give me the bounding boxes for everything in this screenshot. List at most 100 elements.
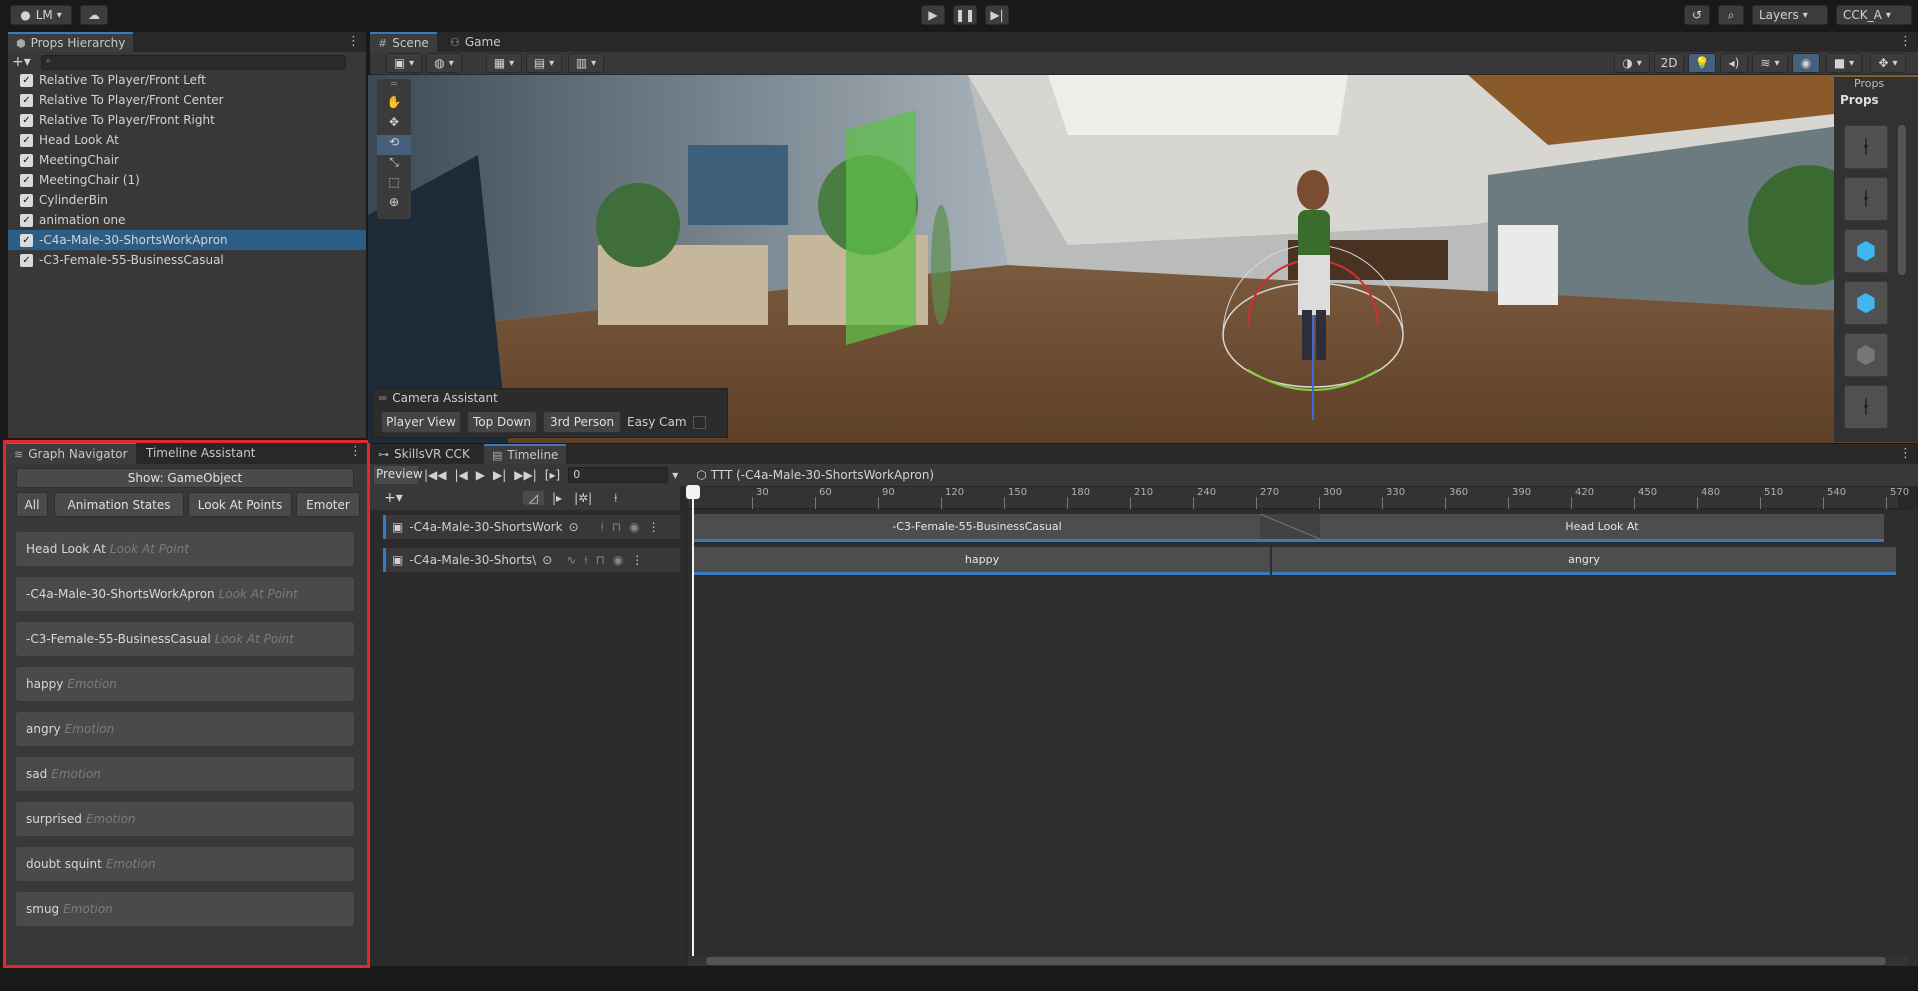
timeline-clip[interactable]: Head Look At (1320, 514, 1884, 542)
kebab-menu-icon[interactable]: ⋮ (631, 553, 643, 567)
easy-cam-checkbox[interactable] (692, 415, 706, 429)
hierarchy-item[interactable]: ✓ Relative To Player/Front Right (8, 110, 366, 130)
grid-visibility-dropdown[interactable]: ▥ (568, 53, 604, 73)
track-header[interactable]: ▣ -C4a-Male-30-ShortsWork ⊙ ⍿ ⊓ ◉ ⋮ (383, 515, 680, 539)
preview-toggle[interactable]: Preview (374, 466, 423, 484)
track-area[interactable] (688, 510, 1918, 966)
cloud-icon[interactable]: ☁ (80, 5, 108, 25)
eye-icon[interactable]: ◉ (613, 553, 623, 567)
top-down-button[interactable]: Top Down (467, 411, 537, 433)
visibility-checkbox[interactable]: ✓ (20, 73, 33, 87)
target-icon[interactable]: ⊙ (569, 520, 579, 534)
graph-node-item[interactable]: happy Emotion (16, 667, 354, 701)
layers-dropdown[interactable]: Layers (1752, 5, 1828, 25)
track-header[interactable]: ▣ -C4a-Male-30-Shorts\ ⊙ ∿ ⍿ ⊓ ◉ ⋮ (383, 548, 680, 572)
graph-node-item[interactable]: smug Emotion (16, 892, 354, 926)
marker-icon[interactable]: ◿ (522, 491, 544, 505)
transform-tool-icon[interactable]: ⊕ (377, 195, 411, 215)
kebab-menu-icon[interactable]: ⋮ (1899, 446, 1912, 461)
lock-icon[interactable]: ⊓ (612, 520, 621, 534)
eye-icon[interactable]: ◉ (629, 520, 639, 534)
global-dropdown[interactable]: ◍ (426, 53, 462, 73)
timeline-clip[interactable]: -C3-Female-55-BusinessCasual (694, 514, 1260, 542)
filter-all-button[interactable]: All (16, 492, 48, 517)
hand-tool-icon[interactable]: ✋ (377, 95, 411, 115)
kebab-menu-icon[interactable]: ⋮ (648, 520, 660, 534)
shading-dropdown[interactable]: ◑ (1614, 53, 1650, 73)
lighting-icon[interactable]: 💡 (1688, 53, 1716, 73)
hierarchy-item[interactable]: ✓ Head Look At (8, 130, 366, 150)
layout-dropdown[interactable]: CCK_A (1836, 5, 1912, 25)
pin-icon[interactable]: ⍿ (584, 553, 587, 568)
props-scrollbar[interactable] (1898, 125, 1906, 275)
hierarchy-item[interactable]: ✓ Relative To Player/Front Left (8, 70, 366, 90)
add-track-icon[interactable]: +▾ (384, 490, 403, 506)
hierarchy-item[interactable]: ✓ animation one (8, 210, 366, 230)
draw-mode-dropdown[interactable]: ▣ (386, 53, 422, 73)
frame-dropdown-icon[interactable]: ▾ (672, 468, 678, 482)
frame-field[interactable]: 0 (568, 467, 669, 483)
camera-dropdown[interactable]: ■ (1826, 53, 1862, 73)
rotate-tool-icon[interactable]: ⟲ (377, 135, 411, 155)
target-icon[interactable]: ⊙ (542, 553, 552, 567)
prop-cube-icon[interactable]: ⬢ (1844, 229, 1888, 273)
effects-dropdown[interactable]: ≋ (1752, 53, 1788, 73)
lock-icon[interactable]: ⊓ (595, 553, 604, 567)
tab-graph-navigator[interactable]: ≋ Graph Navigator (6, 442, 136, 464)
hierarchy-item[interactable]: ✓ MeetingChair (1) (8, 170, 366, 190)
filter-animation-states-button[interactable]: Animation States (54, 492, 184, 517)
history-icon[interactable]: ↺ (1684, 5, 1710, 25)
kebab-menu-icon[interactable]: ⋮ (347, 34, 360, 49)
pin-icon[interactable]: ⍿ (614, 491, 617, 506)
prop-pin-icon[interactable]: ⍿ (1844, 385, 1888, 429)
pin-icon[interactable]: ⍿ (601, 520, 604, 535)
tab-skillsvr-cck[interactable]: ⊶ SkillsVR CCK (370, 444, 478, 464)
tab-timeline-assistant[interactable]: Timeline Assistant (138, 442, 264, 464)
tab-timeline[interactable]: ▤ Timeline (484, 444, 567, 464)
go-to-end-icon[interactable]: ▶▶| (514, 468, 537, 482)
hierarchy-search-input[interactable]: ⌕ (40, 54, 346, 70)
visibility-checkbox[interactable]: ✓ (20, 153, 33, 167)
play-icon[interactable]: ▶ (476, 468, 485, 482)
toggle-2d-button[interactable]: 2D (1654, 53, 1684, 73)
tab-scene[interactable]: # Scene (370, 32, 437, 52)
graph-node-item[interactable]: -C3-Female-55-BusinessCasual Look At Poin… (16, 622, 354, 656)
replace-icon[interactable]: |✲| (574, 491, 592, 505)
loop-icon[interactable]: [▸] (545, 468, 560, 482)
kebab-menu-icon[interactable]: ⋮ (1899, 34, 1912, 49)
hierarchy-item[interactable]: ✓ -C4a-Male-30-ShortsWorkApron (8, 230, 366, 250)
graph-node-item[interactable]: Head Look At Look At Point (16, 532, 354, 566)
visibility-checkbox[interactable]: ✓ (20, 233, 33, 247)
visibility-icon[interactable]: ◉ (1792, 53, 1820, 73)
playhead-handle[interactable] (686, 485, 700, 499)
account-dropdown[interactable]: ● LM (10, 5, 72, 25)
hierarchy-item[interactable]: ✓ CylinderBin (8, 190, 366, 210)
prop-cube-icon[interactable]: ⬢ (1844, 281, 1888, 325)
prop-pin-icon[interactable]: ⍿ (1844, 177, 1888, 221)
rect-tool-icon[interactable]: ⬚ (377, 175, 411, 195)
prop-pin-icon[interactable]: ⍿ (1844, 125, 1888, 169)
filter-emoter-button[interactable]: Emoter (296, 492, 360, 517)
visibility-checkbox[interactable]: ✓ (20, 193, 33, 207)
grid-snap-dropdown[interactable]: ▦ (486, 53, 522, 73)
hierarchy-item[interactable]: ✓ -C3-Female-55-BusinessCasual (8, 250, 366, 270)
pause-button[interactable]: ❚❚ (953, 5, 977, 25)
timeline-scroll-thumb[interactable] (706, 957, 1886, 965)
clip-blend[interactable] (1260, 514, 1320, 542)
graph-node-item[interactable]: surprised Emotion (16, 802, 354, 836)
ripple-icon[interactable]: |▸ (552, 491, 562, 505)
play-button[interactable]: ▶ (921, 5, 945, 25)
drag-handle-icon[interactable]: ═ (379, 391, 386, 405)
player-view-button[interactable]: Player View (381, 411, 461, 433)
gizmos-dropdown[interactable]: ✥ (1870, 53, 1906, 73)
search-icon[interactable]: ⌕ (1718, 5, 1744, 25)
visibility-checkbox[interactable]: ✓ (20, 93, 33, 107)
graph-node-item[interactable]: sad Emotion (16, 757, 354, 791)
scale-tool-icon[interactable]: ⤡ (377, 155, 411, 175)
graph-node-item[interactable]: -C4a-Male-30-ShortsWorkApron Look At Poin… (16, 577, 354, 611)
go-to-start-icon[interactable]: |◀◀ (424, 468, 447, 482)
visibility-checkbox[interactable]: ✓ (20, 173, 33, 187)
easy-cam-toggle[interactable]: Easy Cam (627, 411, 706, 433)
visibility-checkbox[interactable]: ✓ (20, 213, 33, 227)
timeline-clip[interactable]: angry (1272, 547, 1896, 575)
